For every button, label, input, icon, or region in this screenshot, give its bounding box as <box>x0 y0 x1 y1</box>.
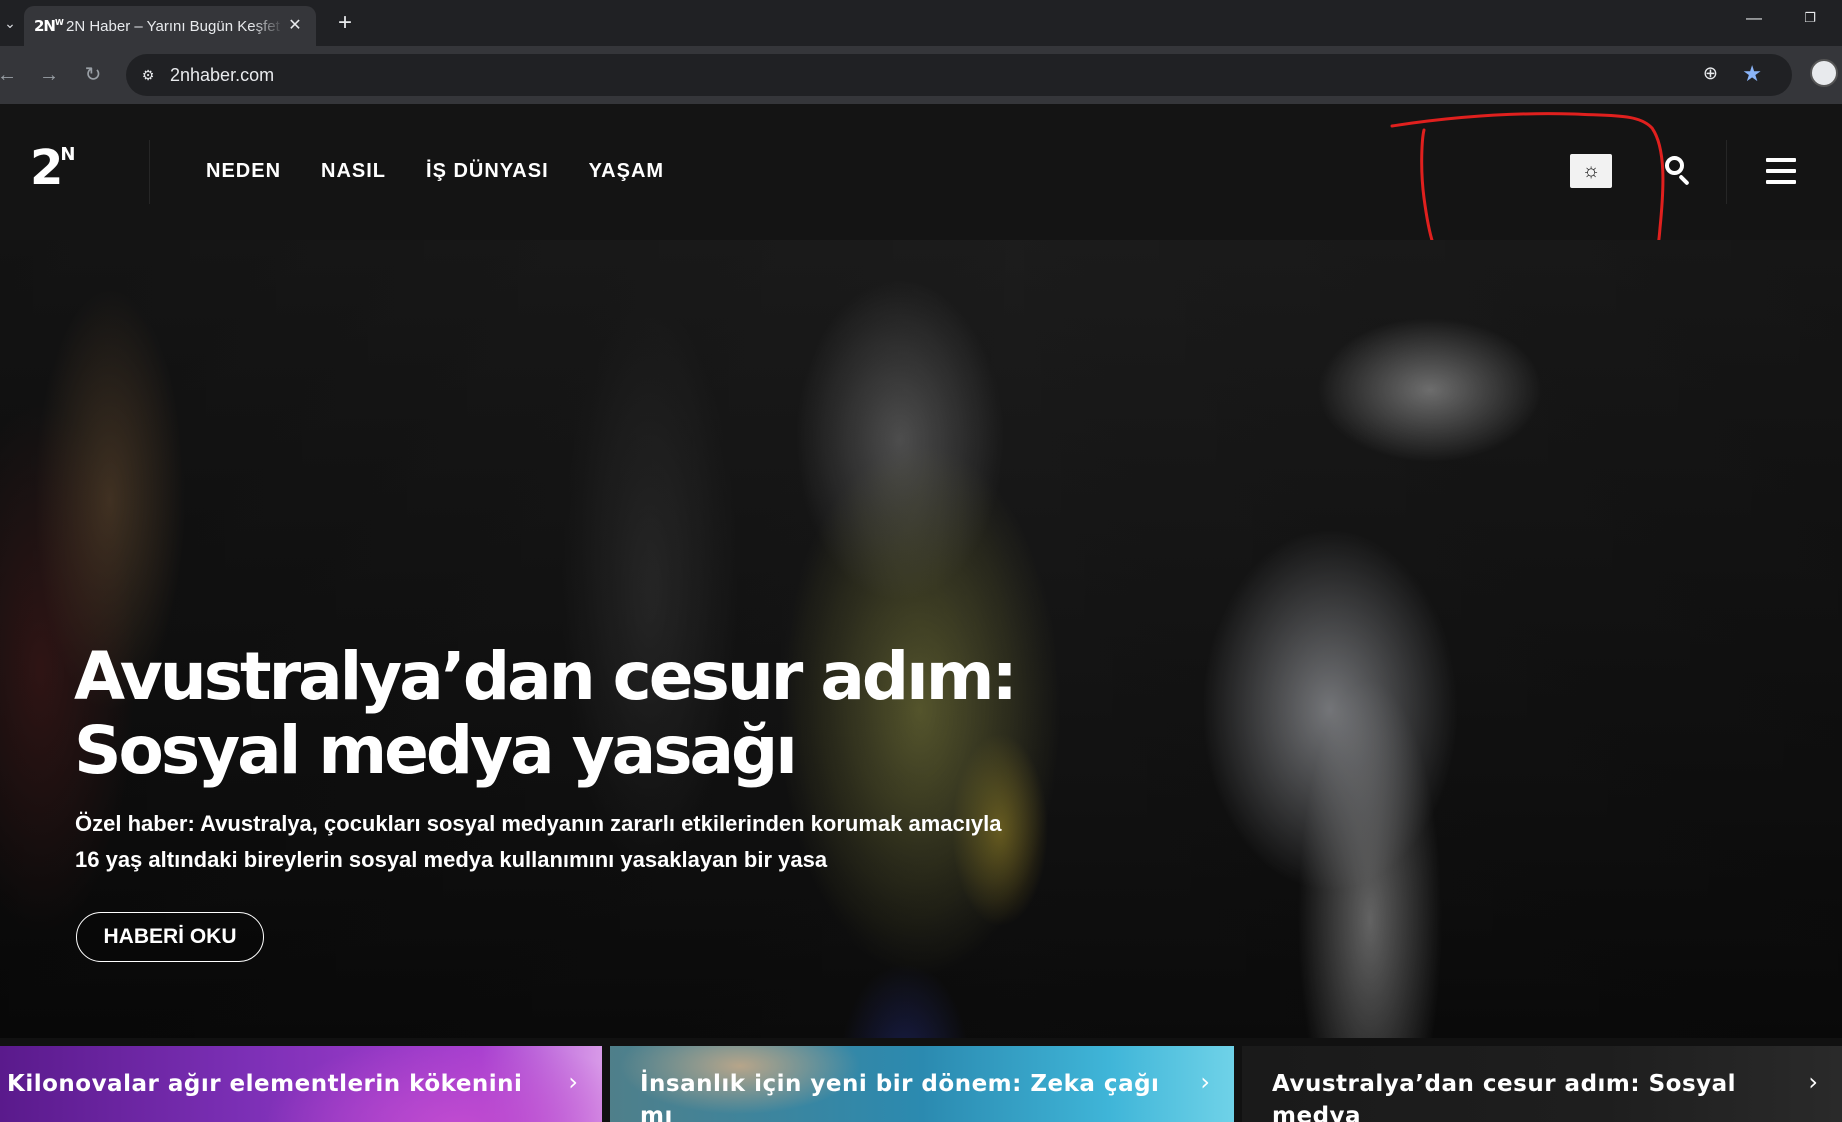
browser-tab[interactable]: 2NW 2N Haber – Yarını Bugün Keşfet ✕ <box>24 6 316 46</box>
article-card[interactable]: Avustralya’dan cesur adım: Sosyal medya … <box>1242 1046 1842 1122</box>
browser-toolbar: ← → ↻ ⚙ 2nhaber.com ⊕ ★ <box>0 46 1842 104</box>
browser-tab-bar: ⌄ 2NW 2N Haber – Yarını Bugün Keşfet ✕ +… <box>0 0 1842 46</box>
site-logo[interactable]: 2N <box>30 144 75 192</box>
nav-item-nasil[interactable]: NASIL <box>321 160 386 183</box>
search-button[interactable] <box>1660 152 1696 188</box>
article-card-title: Kilonovalar ağır elementlerin kökenini <box>7 1071 523 1097</box>
read-article-button[interactable]: HABERİ OKU <box>76 912 264 962</box>
site-header: 2N NEDEN NASIL İŞ DÜNYASI YAŞAM ☼ <box>0 104 1842 240</box>
nav-item-neden[interactable]: NEDEN <box>206 160 281 183</box>
hamburger-menu-icon[interactable] <box>1766 158 1796 184</box>
sun-icon: ☼ <box>1581 159 1601 182</box>
theme-toggle-button[interactable]: ☼ <box>1570 154 1612 188</box>
minimize-icon[interactable]: — <box>1740 10 1768 34</box>
main-nav: NEDEN NASIL İŞ DÜNYASI YAŞAM <box>206 160 664 183</box>
address-bar[interactable]: ⚙ 2nhaber.com ⊕ ★ <box>126 54 1792 96</box>
nav-item-yasam[interactable]: YAŞAM <box>589 160 664 183</box>
hero-section[interactable]: Avustralya’dan cesur adım: Sosyal medya … <box>0 240 1842 1038</box>
chevron-right-icon: › <box>1808 1068 1818 1096</box>
article-card-title: Avustralya’dan cesur adım: Sosyal medya <box>1272 1071 1737 1122</box>
article-card[interactable]: İnsanlık için yeni bir dönem: Zeka çağı … <box>610 1046 1234 1122</box>
nav-item-is-dunyasi[interactable]: İŞ DÜNYASI <box>426 160 549 183</box>
featured-cards: Kilonovalar ağır elementlerin kökenini ›… <box>0 1038 1842 1122</box>
article-card-title: İnsanlık için yeni bir dönem: Zeka çağı … <box>640 1071 1160 1122</box>
header-divider <box>1726 140 1727 204</box>
site-info-icon[interactable]: ⚙ <box>126 67 170 84</box>
tab-title: 2N Haber – Yarını Bugün Keşfet <box>66 17 280 35</box>
zoom-icon[interactable]: ⊕ <box>1703 63 1718 84</box>
chevron-right-icon: › <box>568 1068 578 1096</box>
site-favicon-icon: 2NW <box>34 17 64 35</box>
forward-icon[interactable]: → <box>34 60 64 90</box>
new-tab-button[interactable]: + <box>330 8 360 38</box>
reload-icon[interactable]: ↻ <box>78 60 108 90</box>
hero-title[interactable]: Avustralya’dan cesur adım: Sosyal medya … <box>74 640 1034 788</box>
url-text[interactable]: 2nhaber.com <box>170 65 274 86</box>
tab-search-chevron-icon[interactable]: ⌄ <box>0 8 20 38</box>
header-divider <box>149 140 150 204</box>
bookmark-star-icon[interactable]: ★ <box>1742 61 1762 87</box>
article-card[interactable]: Kilonovalar ağır elementlerin kökenini › <box>0 1046 602 1122</box>
profile-icon[interactable] <box>1810 59 1838 87</box>
hero-summary: Özel haber: Avustralya, çocukları sosyal… <box>75 811 1002 872</box>
restore-icon[interactable]: ❐ <box>1796 10 1824 34</box>
back-icon[interactable]: ← <box>0 60 22 90</box>
close-icon[interactable]: ✕ <box>284 15 306 37</box>
chevron-right-icon: › <box>1200 1068 1210 1096</box>
